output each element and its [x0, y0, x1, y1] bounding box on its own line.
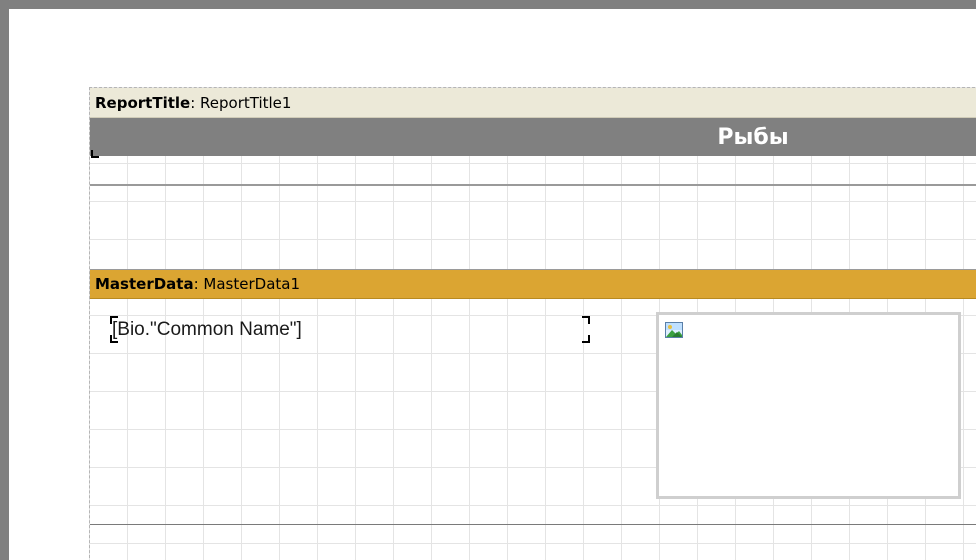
- design-surface[interactable]: ReportTitle : ReportTitle1 Рыбы MasterDa…: [89, 87, 976, 560]
- text-object-corner-tr: [582, 316, 590, 324]
- picture-object[interactable]: [656, 312, 961, 499]
- report-title-text: Рыбы: [717, 124, 789, 150]
- master-data-band-body[interactable]: [Bio."Common Name"]: [90, 300, 976, 525]
- selection-corner-marker: [91, 150, 99, 158]
- image-icon: [665, 322, 683, 338]
- text-object-corner-br: [582, 335, 590, 343]
- master-data-band-header[interactable]: MasterData : MasterData1: [90, 269, 976, 299]
- band-name-label: : ReportTitle1: [190, 93, 292, 112]
- band-type-label: ReportTitle: [95, 93, 191, 112]
- common-name-field[interactable]: [Bio."Common Name"]: [112, 319, 302, 341]
- band-name-label: : MasterData1: [193, 275, 300, 293]
- report-page: ReportTitle : ReportTitle1 Рыбы MasterDa…: [9, 9, 976, 560]
- report-title-band-header[interactable]: ReportTitle : ReportTitle1: [90, 88, 976, 118]
- report-title-text-object[interactable]: Рыбы: [90, 118, 976, 156]
- band-type-label: MasterData: [95, 275, 194, 293]
- report-title-band-bottom-edge[interactable]: [90, 184, 976, 186]
